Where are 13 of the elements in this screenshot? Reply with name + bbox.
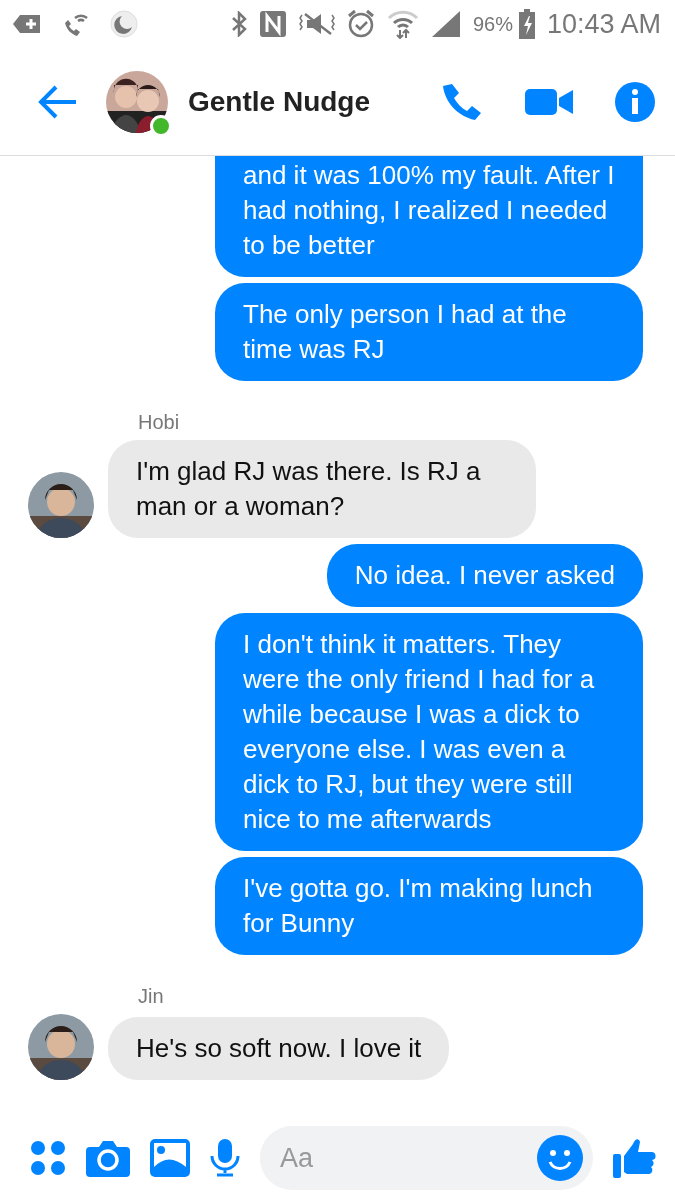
- message-input[interactable]: Aa: [260, 1126, 593, 1190]
- conversation-title[interactable]: Gentle Nudge: [188, 85, 370, 118]
- sent-message: No idea. I never asked: [326, 544, 643, 607]
- sender-name: Hobi: [138, 411, 181, 434]
- sent-message: and it was 100% my fault. After I had nothing, I realized I needed to be better: [215, 156, 643, 277]
- sender-name: Jin: [138, 985, 165, 1008]
- received-message: I'm glad RJ was there. Is RJ a man or a woman?: [108, 440, 536, 538]
- sent-message: The only person I had at the time was RJ: [215, 283, 643, 381]
- battery-percent: 96%: [472, 12, 513, 36]
- clock-time: 10:43 AM: [546, 8, 661, 40]
- sent-message: I've gotta go. I'm making lunch for Bunny: [215, 857, 643, 955]
- sent-message: I don't think it matters. They were the only friend I had for a while because I was a dick to everyone else. I was even a dick to RJ, but they were still nice to me afterwards: [215, 613, 643, 851]
- received-message: He's so soft now. I love it: [108, 1017, 450, 1080]
